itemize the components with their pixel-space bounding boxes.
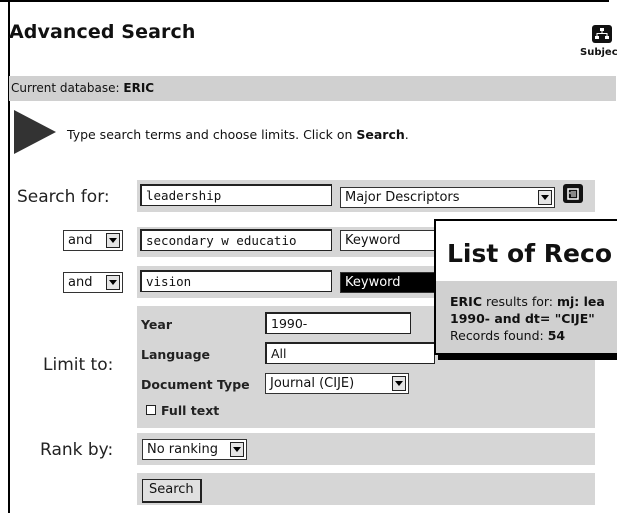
- popup-body: ERIC results for: mj: lea 1990- and dt= …: [436, 281, 617, 353]
- search-field-3-value: Keyword: [345, 275, 401, 290]
- year-input[interactable]: 1990-: [265, 312, 411, 334]
- popup-shadow: [438, 355, 617, 360]
- search-term-1-input[interactable]: leadership: [140, 184, 332, 206]
- document-type-value: Journal (CIJE): [270, 376, 355, 391]
- popup-query: mj: lea: [556, 294, 605, 309]
- rank-by-label: Rank by:: [40, 440, 114, 460]
- current-database-bar: Current database: ERIC: [9, 76, 616, 101]
- chevron-down-icon[interactable]: [230, 442, 244, 457]
- popup-count-label: Records found:: [450, 328, 548, 343]
- year-label: Year: [141, 317, 172, 332]
- database-name: ERIC: [123, 81, 155, 95]
- instructions-text: Type search terms and choose limits. Cli…: [67, 127, 357, 142]
- subject-link[interactable]: Subjec: [580, 47, 617, 58]
- search-field-1-select[interactable]: Major Descriptors: [340, 187, 555, 208]
- search-field-2-value: Keyword: [345, 233, 401, 248]
- popup-count-line: Records found: 54: [450, 327, 617, 344]
- rank-value: No ranking: [147, 442, 218, 457]
- document-type-select[interactable]: Journal (CIJE): [265, 373, 409, 394]
- popup-title: List of Reco: [447, 239, 612, 268]
- instructions: Type search terms and choose limits. Cli…: [67, 127, 409, 142]
- results-popup[interactable]: List of Reco ERIC results for: mj: lea 1…: [434, 219, 617, 355]
- instructions-suffix: .: [404, 127, 409, 142]
- popup-query-line: ERIC results for: mj: lea: [450, 293, 617, 310]
- chevron-down-icon[interactable]: [538, 190, 552, 205]
- popup-db: ERIC: [450, 294, 482, 309]
- search-term-3-input[interactable]: vision: [140, 270, 332, 292]
- play-arrow-icon: [14, 110, 56, 154]
- document-type-label: Document Type: [141, 377, 250, 392]
- submit-bg: [137, 473, 595, 505]
- language-select[interactable]: All: [265, 342, 435, 364]
- search-for-label: Search for:: [17, 187, 110, 207]
- instructions-emphasis: Search: [356, 127, 405, 142]
- search-button[interactable]: Search: [142, 479, 202, 503]
- popup-query-line-2: 1990- and dt= "CIJE": [450, 310, 617, 327]
- chevron-down-icon[interactable]: [106, 233, 120, 248]
- popup-results-for: results for:: [482, 294, 557, 309]
- search-field-2-select[interactable]: Keyword: [340, 230, 440, 251]
- full-text-label: Full text: [161, 403, 220, 418]
- rank-select[interactable]: No ranking: [142, 439, 247, 460]
- search-term-2-input[interactable]: secondary w educatio: [140, 229, 332, 251]
- search-field-3-select[interactable]: Keyword: [340, 272, 440, 293]
- operator-2-value: and: [68, 233, 93, 248]
- popup-count: 54: [547, 328, 566, 343]
- search-field-1-value: Major Descriptors: [345, 190, 460, 205]
- operator-3-value: and: [68, 275, 93, 290]
- list-icon: [567, 187, 579, 200]
- descriptor-list-button[interactable]: [563, 184, 583, 203]
- language-label: Language: [141, 347, 211, 362]
- boolean-operator-2-select[interactable]: and: [63, 230, 123, 251]
- limit-to-label: Limit to:: [43, 355, 114, 375]
- database-prefix: Current database:: [11, 81, 124, 95]
- subject-hierarchy-icon[interactable]: [592, 25, 612, 43]
- chevron-down-icon[interactable]: [392, 376, 406, 391]
- page-title: Advanced Search: [9, 21, 196, 43]
- full-text-checkbox[interactable]: [146, 405, 156, 415]
- boolean-operator-3-select[interactable]: and: [63, 272, 123, 293]
- chevron-down-icon[interactable]: [106, 275, 120, 290]
- popup-limits: 1990- and dt= "CIJE": [450, 311, 595, 326]
